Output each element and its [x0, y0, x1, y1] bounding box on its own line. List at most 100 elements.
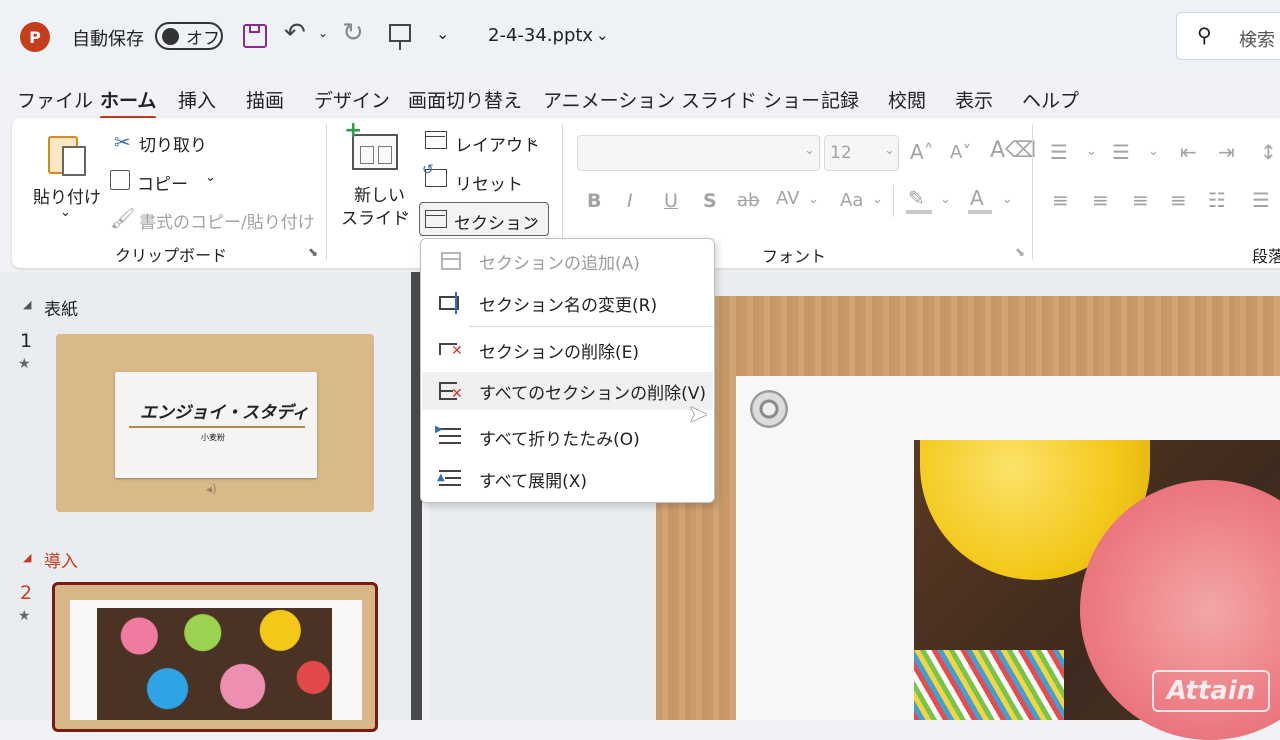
tab-view[interactable]: 表示 — [955, 86, 993, 113]
tab-record[interactable]: 記録 — [821, 86, 859, 113]
reset-arrow-shape: ↺ — [422, 162, 434, 178]
paragraph-group-label: 段落 — [1252, 247, 1280, 266]
font-color-dropdown-icon[interactable]: ⌄ — [1002, 192, 1013, 207]
strikethrough-button[interactable]: ab — [737, 190, 759, 211]
new-slide-label-line1[interactable]: 新しい — [354, 181, 405, 206]
search-box[interactable]: ⚲ 検索 — [1176, 12, 1280, 60]
font-name-combobox[interactable]: ⌄ — [577, 135, 820, 171]
tab-review[interactable]: 校閲 — [888, 86, 926, 113]
align-center-icon[interactable]: ≡ — [1092, 188, 1109, 212]
menu-item-collapse-all[interactable]: ▶ すべて折りたたみ(O) — [422, 418, 713, 456]
character-spacing-dropdown-icon[interactable]: ⌄ — [808, 192, 819, 207]
menu-item-add-section[interactable]: セクションの追加(A) — [422, 242, 713, 280]
clear-formatting-icon[interactable]: A⌫ — [990, 138, 1036, 163]
decrease-font-size-icon[interactable]: A˅ — [950, 142, 971, 163]
file-name[interactable]: 2-4-34.pptx — [488, 25, 593, 46]
new-slide-icon[interactable]: + — [344, 118, 398, 170]
menu-item-expand-all[interactable]: ▲ すべて展開(X) — [422, 460, 713, 498]
section-collapse-icon[interactable]: ◢ — [23, 298, 31, 311]
save-icon-shutter — [249, 26, 260, 33]
change-case-button[interactable]: Aa — [840, 190, 863, 211]
customize-qat-icon[interactable]: ⌄ — [436, 24, 449, 43]
section-collapse-icon-2[interactable]: ◢ — [23, 551, 31, 564]
distributed-icon[interactable]: ☷ — [1208, 188, 1226, 212]
paste-dropdown-icon[interactable]: ⌄ — [60, 205, 71, 220]
new-slide-label-line2[interactable]: スライド — [341, 204, 409, 229]
numbering-dropdown-icon[interactable]: ⌄ — [1148, 144, 1159, 159]
slide-number-1: 1 — [20, 330, 33, 352]
section-name-cover[interactable]: 表紙 — [44, 295, 78, 320]
font-divider — [893, 185, 894, 217]
tab-insert[interactable]: 挿入 — [178, 86, 216, 113]
line-spacing-icon[interactable]: ↕ — [1260, 140, 1277, 164]
numbering-icon[interactable]: ☰ — [1112, 140, 1130, 164]
increase-indent-icon[interactable]: ⇥ — [1218, 140, 1235, 164]
delete-section-icon: ✕ — [439, 339, 465, 361]
bullets-icon[interactable]: ☰ — [1050, 140, 1068, 164]
font-launcher-icon[interactable]: ⬊ — [1015, 245, 1025, 259]
justify-icon[interactable]: ≡ — [1170, 188, 1187, 212]
menu-item-rename-section[interactable]: セクション名の変更(R) — [422, 284, 713, 322]
slide-1-audio-icon: ◂) — [206, 482, 217, 496]
font-size-dropdown-icon: ⌄ — [884, 143, 895, 158]
menu-separator — [469, 326, 713, 327]
redo-icon[interactable]: ↻ — [342, 18, 364, 48]
align-left-icon[interactable]: ≡ — [1052, 188, 1069, 212]
section-icon — [425, 210, 447, 228]
section-button-label: セクション — [454, 214, 539, 234]
clipboard-launcher-icon[interactable]: ⬊ — [308, 245, 318, 259]
bold-button[interactable]: B — [587, 190, 601, 212]
new-slide-dropdown-icon[interactable]: ⌄ — [400, 205, 411, 220]
filename-chevron-icon[interactable]: ⌄ — [596, 26, 609, 44]
align-right-icon[interactable]: ≡ — [1132, 188, 1149, 212]
font-size-combobox[interactable]: 12 ⌄ — [824, 135, 899, 171]
shadow-button[interactable]: S — [703, 190, 717, 212]
font-size-value: 12 — [830, 143, 852, 163]
tab-animations[interactable]: アニメーション — [543, 86, 675, 113]
increase-font-size-icon[interactable]: A˄ — [910, 140, 934, 164]
tab-slideshow[interactable]: スライド ショー — [681, 86, 820, 113]
scissors-icon: ✂ — [114, 130, 131, 154]
highlight-pen-icon[interactable]: ✎ — [908, 186, 925, 210]
underline-button[interactable]: U — [664, 190, 678, 212]
tab-help[interactable]: ヘルプ — [1022, 86, 1079, 113]
undo-dropdown-icon[interactable]: ⌄ — [318, 26, 328, 40]
tab-draw[interactable]: 描画 — [246, 86, 284, 113]
undo-icon[interactable]: ↶ — [284, 18, 306, 48]
collapse-all-icon-arrow: ▶ — [435, 424, 443, 435]
decrease-indent-icon[interactable]: ⇤ — [1180, 140, 1197, 164]
font-color-icon[interactable]: A — [970, 186, 984, 210]
highlight-dropdown-icon[interactable]: ⌄ — [940, 192, 951, 207]
present-icon[interactable] — [389, 24, 411, 50]
italic-button[interactable]: I — [627, 190, 633, 212]
red-x-icon: ✕ — [451, 343, 463, 359]
tab-file[interactable]: ファイル — [17, 86, 93, 113]
autosave-toggle-state: オフ — [186, 28, 220, 49]
copy-dropdown-icon[interactable]: ⌄ — [205, 170, 216, 185]
section-name-intro[interactable]: 導入 — [44, 547, 78, 572]
autosave-toggle[interactable]: オフ — [155, 22, 223, 50]
menu-item-label: すべてのセクションの削除(V) — [479, 383, 707, 404]
cut-button[interactable]: 切り取り — [139, 131, 207, 156]
copy-button[interactable]: コピー — [137, 170, 188, 195]
bullets-dropdown-icon[interactable]: ⌄ — [1086, 144, 1097, 159]
expand-all-icon-arrow: ▲ — [437, 472, 445, 483]
layout-dropdown-icon[interactable]: ⌄ — [528, 132, 539, 147]
tab-design[interactable]: デザイン — [314, 86, 390, 113]
format-painter-button[interactable]: 書式のコピー/貼り付け — [139, 208, 315, 233]
tab-home[interactable]: ホーム — [100, 86, 157, 119]
change-case-dropdown-icon[interactable]: ⌄ — [872, 192, 883, 207]
columns-icon[interactable]: ☰ — [1252, 188, 1270, 212]
character-spacing-button[interactable]: AV — [776, 188, 799, 209]
tab-transitions[interactable]: 画面切り替え — [408, 86, 522, 113]
font-color-bar — [968, 210, 992, 214]
menu-item-delete-all-sections[interactable]: ✕ すべてのセクションの削除(V) — [422, 372, 713, 410]
format-painter-icon: 🖌 — [110, 206, 136, 230]
slide-1-animation-star: ★ — [18, 356, 31, 372]
paste-icon[interactable] — [44, 132, 88, 178]
menu-item-delete-section[interactable]: ✕ セクションの削除(E) — [422, 331, 713, 369]
reset-button[interactable]: リセット — [455, 170, 523, 195]
powerpoint-app-icon[interactable]: P — [20, 22, 50, 52]
save-icon[interactable] — [243, 24, 267, 48]
collapse-all-icon-line — [439, 435, 461, 437]
